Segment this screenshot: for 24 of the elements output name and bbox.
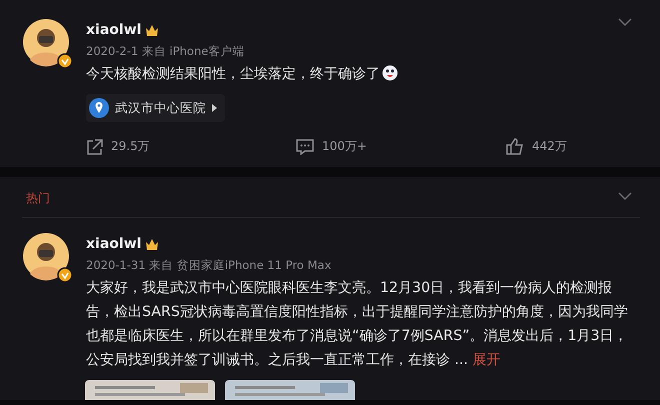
caret-right-icon [212, 104, 217, 112]
thumbs-up-icon[interactable] [506, 138, 524, 155]
chevron-down-icon[interactable] [618, 192, 632, 200]
chevron-down-icon[interactable] [618, 18, 632, 26]
avatar[interactable] [22, 232, 74, 284]
stat-count: 100万+ [322, 138, 367, 155]
post-text: 今天核酸检测结果阳性，尘埃落定，终于确诊了 [86, 62, 631, 86]
crown-icon [145, 238, 160, 250]
expand-link[interactable]: 展开 [472, 352, 501, 368]
location-tag[interactable]: 武汉市中心医院 [86, 94, 225, 122]
username[interactable]: xiaolwl [86, 22, 142, 38]
location-name: 武汉市中心医院 [115, 100, 206, 116]
post-meta: 2020-1-31 来自 贫困家庭iPhone 11 Pro Max [86, 258, 332, 273]
location-pin-icon [89, 98, 109, 118]
avatar[interactable] [22, 18, 74, 70]
comment-icon[interactable] [296, 138, 314, 154]
share-icon[interactable] [86, 138, 103, 154]
stat-count: 442万 [532, 138, 567, 155]
section-title: 热门 [26, 190, 50, 207]
username[interactable]: xiaolwl [86, 236, 142, 252]
post-meta: 2020-2-1 来自 iPhone客户端 [86, 44, 246, 59]
stat-count: 29.5万 [111, 138, 150, 155]
post-text: 大家好，我是武汉市中心医院眼科医生李文亮。12月30日，我看到一份病人的检测报告，检出SARS冠状病毒高置信度阳性指标，出于提醒同学注意防护的角度，因为我同学也都是临床医生，所以在群里发布了消息说“确诊了7例SARS”。消息发出后，1月3日，公安局找到我并签了训诫书。之后我一直正常工作，在接诊 ... 展开 [86, 279, 629, 370]
crown-icon [145, 24, 160, 36]
